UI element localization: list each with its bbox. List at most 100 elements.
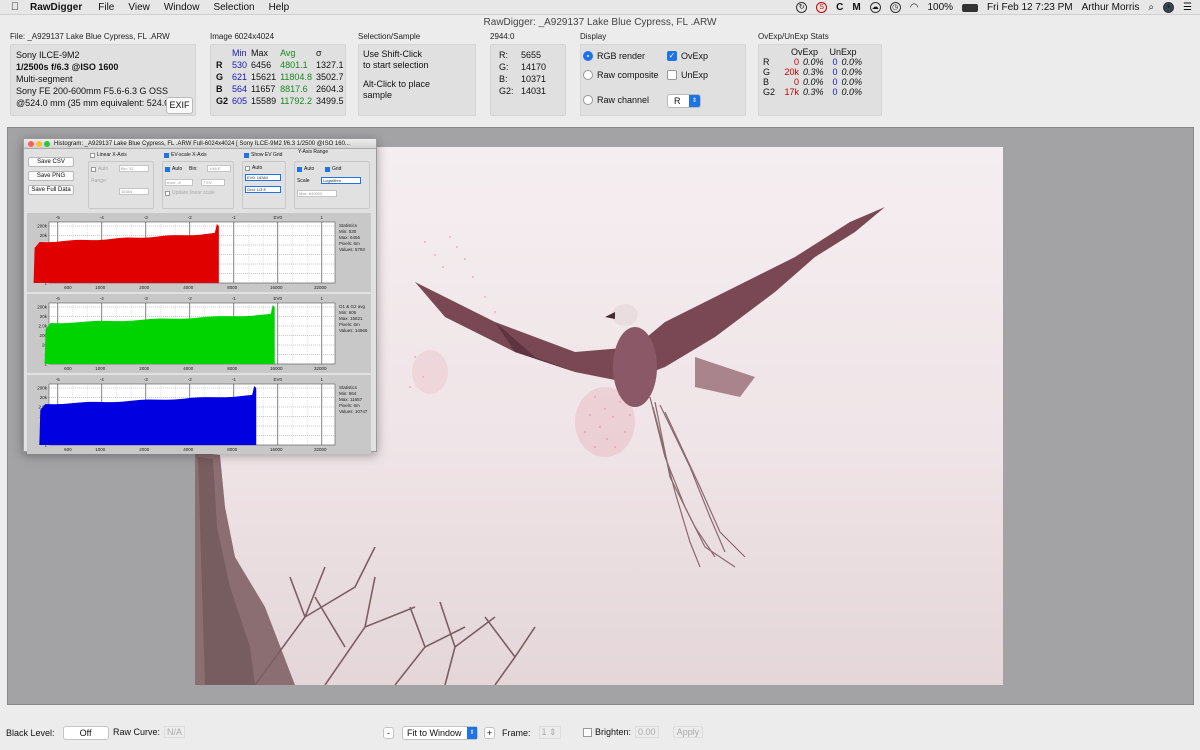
to-field[interactable]: 7 EV xyxy=(201,179,225,186)
control-center-icon[interactable]: ☰ xyxy=(1183,2,1192,13)
s-icon[interactable]: S xyxy=(816,2,828,13)
radio-on-icon[interactable] xyxy=(583,51,593,61)
update-linear-checkbox[interactable]: Update linear scale xyxy=(165,190,215,196)
checkbox-icon[interactable] xyxy=(245,165,250,171)
black-level-button[interactable]: Off xyxy=(62,726,109,740)
radio-off-icon[interactable] xyxy=(583,95,593,105)
save-csv-button[interactable]: Save CSV xyxy=(28,157,74,167)
updown-arrow-icon[interactable]: ⇕ xyxy=(689,95,700,107)
scale-select[interactable]: Logarithm xyxy=(321,177,361,184)
linear-auto-checkbox[interactable]: Auto xyxy=(91,166,108,172)
raw-curve-label: Raw Curve: xyxy=(113,727,161,737)
ev-auto-checkbox[interactable]: Auto xyxy=(165,166,182,172)
checkbox-icon[interactable] xyxy=(667,70,677,80)
save-full-data-button[interactable]: Save Full Data xyxy=(28,185,74,195)
radio-raw-channel[interactable]: Raw channel xyxy=(583,95,649,105)
checkbox-icon[interactable] xyxy=(244,152,249,158)
timemachine-icon[interactable]: ◷ xyxy=(889,2,901,13)
linear-bin-field[interactable]: Bin: 32 xyxy=(119,165,149,172)
brighten-checkbox[interactable] xyxy=(583,727,592,737)
radio-rgb-render[interactable]: RGB render xyxy=(583,51,645,61)
zoom-icon[interactable] xyxy=(44,141,50,147)
ev0-field[interactable]: EV0: 16384 xyxy=(245,174,281,181)
from-field[interactable]: from: -8 xyxy=(165,179,193,186)
raw-curve-value[interactable]: N/A xyxy=(164,726,186,738)
checkbox-icon[interactable] xyxy=(90,152,95,158)
menu-help[interactable]: Help xyxy=(269,2,290,13)
zoom-in-button[interactable]: + xyxy=(484,727,495,739)
linear-x-checkbox[interactable]: Linear X-Axis xyxy=(90,152,127,158)
max-field[interactable]: Max: 640000 xyxy=(297,190,337,197)
m-icon[interactable]: M xyxy=(852,2,860,13)
checkbox-icon[interactable] xyxy=(297,166,302,172)
pixel-row: R: 5655 xyxy=(499,49,557,61)
minimize-icon[interactable] xyxy=(36,141,42,147)
datetime[interactable]: Fri Feb 12 7:23 PM xyxy=(987,2,1073,13)
linear-x-group: Auto Bin: 32 Range: 16384 xyxy=(88,161,154,209)
ev-scale-checkbox[interactable]: EV-scale X-Axis xyxy=(164,152,207,158)
battery-percent[interactable]: 100% xyxy=(927,2,953,13)
auto-label: Auto xyxy=(98,166,109,172)
apple-icon[interactable]:  xyxy=(0,1,30,13)
pixel-row: G: 14170 xyxy=(499,61,557,73)
close-icon[interactable] xyxy=(28,141,34,147)
show-ev-grid-checkbox[interactable]: Show EV Grid xyxy=(244,152,282,158)
exif-button[interactable]: EXIF xyxy=(166,97,193,114)
cell-un: 0 xyxy=(832,57,838,67)
ev-tick-label: -3 xyxy=(144,215,148,220)
menu-view[interactable]: View xyxy=(128,2,150,13)
cloud-icon[interactable]: ☁ xyxy=(869,2,881,13)
checkbox-icon[interactable] xyxy=(91,166,96,172)
raw-curve-control: Raw Curve: N/A xyxy=(113,726,186,738)
wifi-icon[interactable]: ◠ xyxy=(910,2,919,13)
checkbox-icon[interactable] xyxy=(165,166,170,172)
histogram-titlebar[interactable]: Histogram: _A929137 Lake Blue Cypress, F… xyxy=(24,139,376,149)
ev-tick-label: 1 xyxy=(321,296,324,301)
check-ovexp[interactable]: ✓ OvExp xyxy=(667,51,708,61)
save-png-button[interactable]: Save PNG xyxy=(28,171,74,181)
cell-un: 0 xyxy=(832,87,838,97)
cell-ov: 0 xyxy=(794,57,800,67)
brighten-field[interactable]: 0.00 xyxy=(635,726,659,738)
zoom-out-button[interactable]: - xyxy=(383,727,394,739)
updown-arrow-icon[interactable]: ⇕ xyxy=(467,727,477,739)
radio-raw-composite[interactable]: Raw composite xyxy=(583,70,659,80)
c-icon[interactable]: C xyxy=(836,2,843,13)
channel-value: R xyxy=(674,96,681,106)
auto-label: Auto xyxy=(304,166,315,172)
battery-icon[interactable] xyxy=(962,3,979,12)
ev-bin-field[interactable]: 1/48 E xyxy=(207,165,231,172)
menu-app[interactable]: RawDigger xyxy=(30,2,82,13)
checkbox-icon[interactable] xyxy=(325,166,330,172)
sync-icon[interactable]: ↻ xyxy=(796,2,808,13)
radio-off-icon[interactable] xyxy=(583,70,593,80)
siri-icon[interactable]: • xyxy=(1163,2,1175,13)
histogram-window[interactable]: Histogram: _A929137 Lake Blue Cypress, F… xyxy=(23,138,377,454)
range-field[interactable]: 16384 xyxy=(119,188,149,195)
spotlight-icon[interactable]: ⌕ xyxy=(1148,2,1154,13)
ev-tick-label: -5 xyxy=(56,377,60,382)
check-unexp[interactable]: UnExp xyxy=(667,70,708,80)
pixel-value: 14170 xyxy=(521,62,547,72)
col-max: Max xyxy=(251,48,269,58)
ev-tick-label: 1 xyxy=(321,215,324,220)
grid-step-select[interactable]: Grid: 1/3 E xyxy=(245,186,281,193)
y-grid-checkbox[interactable]: Grid xyxy=(325,166,341,172)
zoom-control: - Fit to Window ⇕ + xyxy=(383,726,495,740)
y-auto-checkbox[interactable]: Auto xyxy=(297,166,314,172)
apply-button[interactable]: Apply xyxy=(672,726,704,738)
checkbox-icon[interactable] xyxy=(164,152,169,158)
channel-select[interactable]: R ⇕ xyxy=(667,94,701,108)
table-row: R 530 6456 4801.1 1327.1 xyxy=(214,59,345,71)
menu-window[interactable]: Window xyxy=(164,2,200,13)
y-tick-label: 20k xyxy=(40,314,48,319)
grid-auto-checkbox[interactable]: Auto xyxy=(245,165,262,171)
menu-file[interactable]: File xyxy=(98,2,114,13)
checkbox-icon[interactable] xyxy=(165,190,170,196)
y-tick-label: 20k xyxy=(40,233,48,238)
frame-stepper[interactable]: 1 ⇕ xyxy=(538,726,561,739)
checkmark-icon[interactable]: ✓ xyxy=(667,51,677,61)
user-name[interactable]: Arthur Morris xyxy=(1082,2,1140,13)
menu-selection[interactable]: Selection xyxy=(213,2,254,13)
zoom-select[interactable]: Fit to Window ⇕ xyxy=(402,726,478,740)
